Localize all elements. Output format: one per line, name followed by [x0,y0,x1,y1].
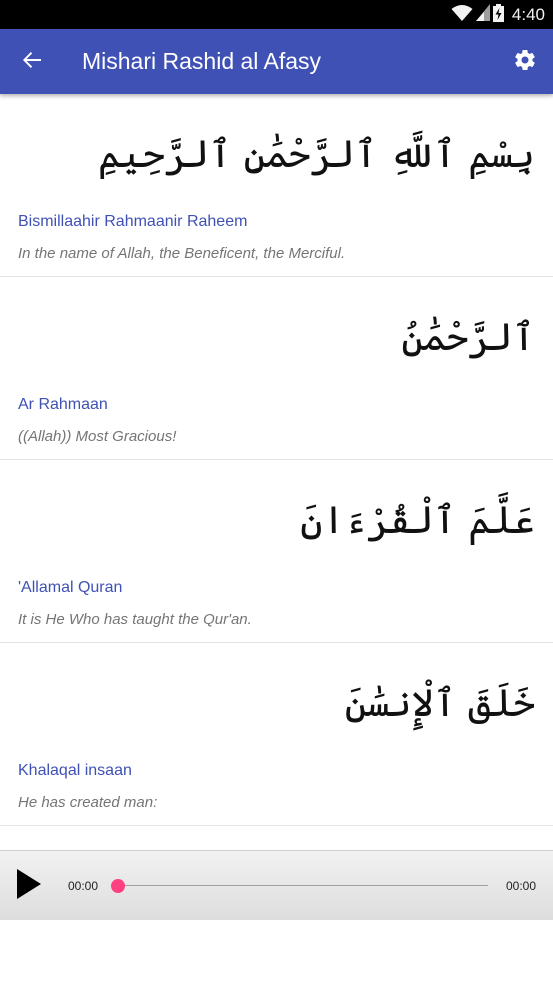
battery-charging-icon [492,3,504,26]
status-icons [451,3,504,26]
wifi-icon [451,4,473,26]
page-title: Mishari Rashid al Afasy [82,48,322,74]
verse-transliteration: Khalaqal insaan [18,762,132,779]
settings-button[interactable] [497,29,553,94]
verse-arabic: عَلَّمَ ٱلْقُرْءَانَ [300,498,535,542]
verse-transliteration: Ar Rahmaan [18,396,108,413]
play-icon [16,868,42,903]
arrow-back-icon [22,50,42,74]
verse-translation: He has created man: [18,794,158,811]
verse-item[interactable]: خَلَقَ ٱلْإِنسَٰنَ Khalaqal insaan He ha… [0,643,553,826]
seek-bar[interactable] [111,876,488,896]
back-button[interactable] [0,29,64,94]
verse-item[interactable]: بِسْمِ ٱللَّهِ ٱلرَّحْمَٰنِ ٱلرَّحِيمِ B… [0,94,553,277]
audio-player: 00:00 00:00 [0,850,553,920]
verse-item[interactable]: ٱلرَّحْمَٰنُ Ar Rahmaan ((Allah)) Most G… [0,277,553,460]
status-time: 4:40 [511,4,545,24]
verse-transliteration: 'Allamal Quran [18,579,123,596]
total-time: 00:00 [505,878,536,893]
elapsed-time: 00:00 [68,878,99,893]
verse-arabic: خَلَقَ ٱلْإِنسَٰنَ [344,681,535,725]
verse-item[interactable]: عَلَّمَ ٱلْقُرْءَانَ 'Allamal Quran It i… [0,460,553,643]
play-button[interactable] [0,851,58,921]
seek-track [118,884,488,886]
status-bar: 4:40 [0,0,553,29]
seek-thumb[interactable] [111,878,125,893]
gear-icon [513,48,537,76]
signal-icon [475,4,490,25]
verse-transliteration: Bismillaahir Rahmaanir Raheem [18,213,248,230]
verse-translation: In the name of Allah, the Beneficent, th… [18,245,346,262]
app-bar: Mishari Rashid al Afasy [0,29,553,94]
verse-arabic: ٱلرَّحْمَٰنُ [401,315,535,359]
verse-translation: It is He Who has taught the Qur'an. [18,611,252,628]
verse-translation: ((Allah)) Most Gracious! [18,428,177,445]
verse-list: بِسْمِ ٱللَّهِ ٱلرَّحْمَٰنِ ٱلرَّحِيمِ B… [0,94,553,826]
verse-arabic: بِسْمِ ٱللَّهِ ٱلرَّحْمَٰنِ ٱلرَّحِيمِ [97,132,535,176]
